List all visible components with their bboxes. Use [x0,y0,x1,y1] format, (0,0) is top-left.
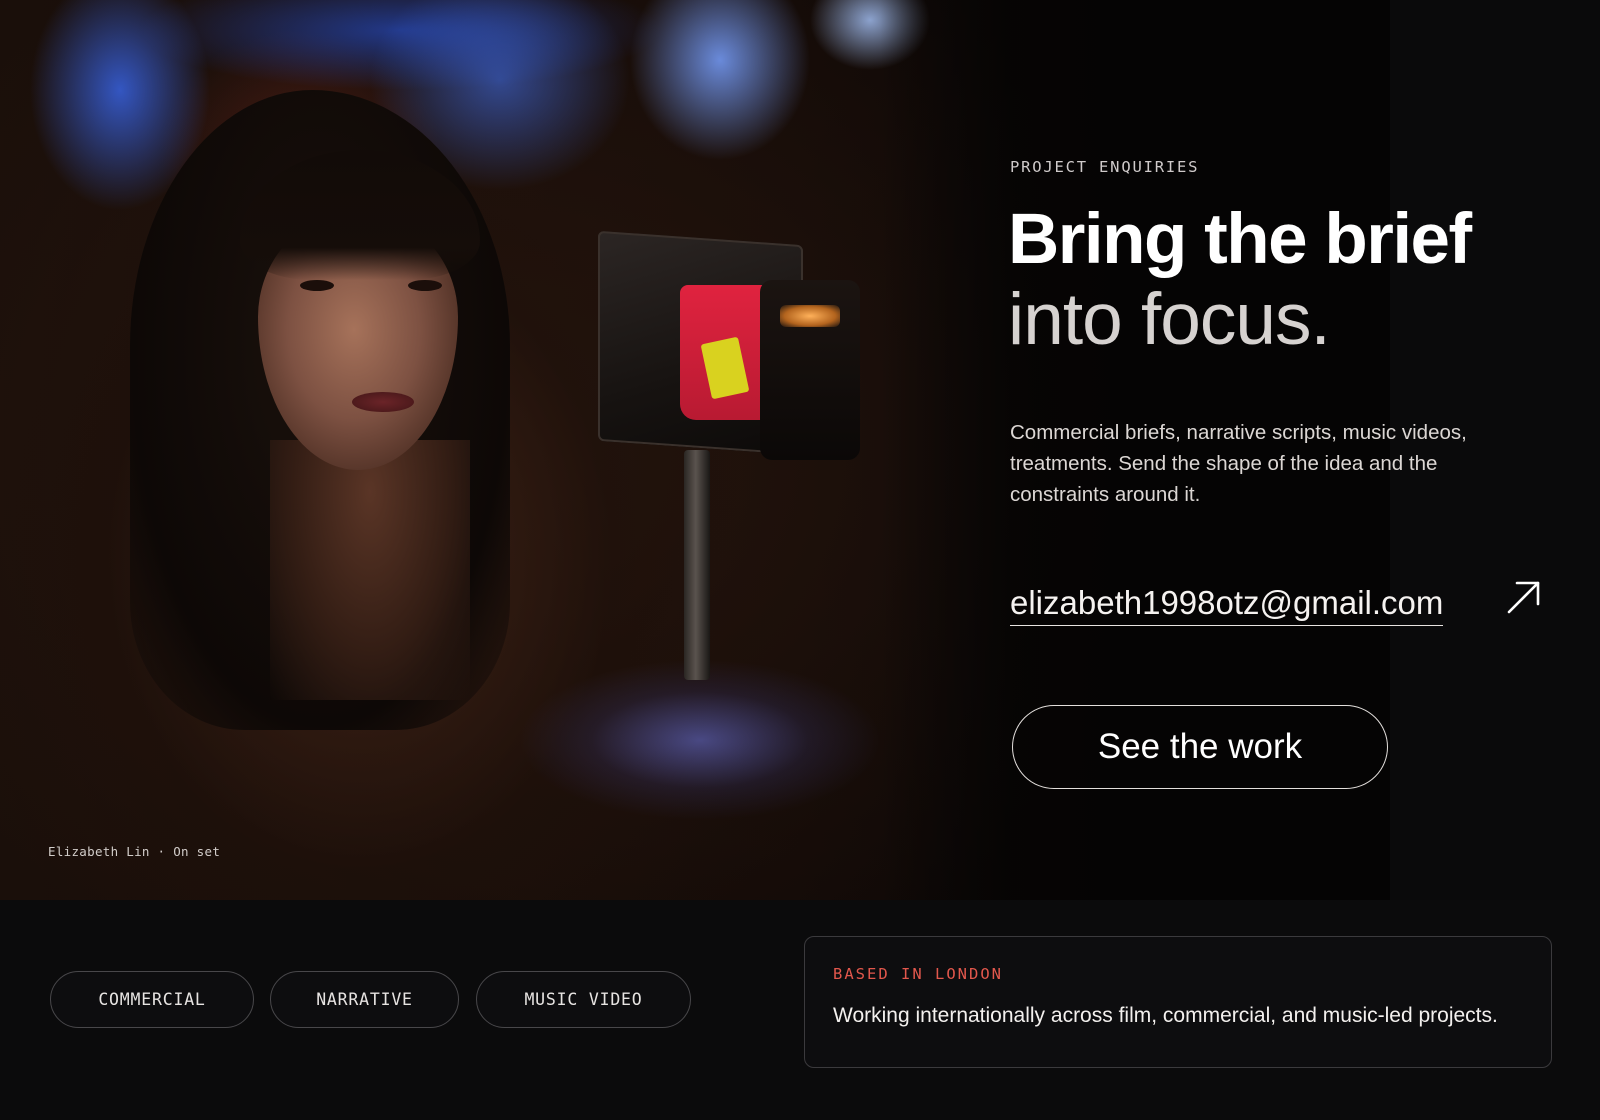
photo-subject-lips [352,392,414,412]
photo-camera-light [780,305,840,327]
photo-subject-eye [300,280,334,291]
see-the-work-button[interactable]: See the work [1012,705,1388,789]
enquiry-headline: Bring the brief into focus. [1008,200,1472,360]
headline-light: into focus. [1008,279,1331,360]
photo-subject-eye [408,280,442,291]
email-link[interactable]: elizabeth1998otz@gmail.com [1010,584,1444,626]
tag-narrative[interactable]: NARRATIVE [270,971,459,1028]
photo-caption: Elizabeth Lin · On set [48,844,221,859]
photo-subject-neck [270,440,470,700]
tag-music-video[interactable]: MUSIC VIDEO [476,971,691,1028]
location-card: BASED IN LONDON Working internationally … [804,936,1552,1068]
photo-camera-rod [684,450,710,680]
location-label: BASED IN LONDON [833,965,1003,983]
enquiry-description: Commercial briefs, narrative scripts, mu… [1010,421,1467,506]
enquiry-eyebrow: PROJECT ENQUIRIES [1010,158,1200,176]
location-text: Working internationally across film, com… [833,1004,1498,1027]
headline-bold: Bring the brief [1008,200,1472,279]
tag-commercial[interactable]: COMMERCIAL [50,971,254,1028]
hero-section: Elizabeth Lin · On set PROJECT ENQUIRIES… [0,0,1600,900]
arrow-up-right-icon[interactable] [1505,578,1543,616]
